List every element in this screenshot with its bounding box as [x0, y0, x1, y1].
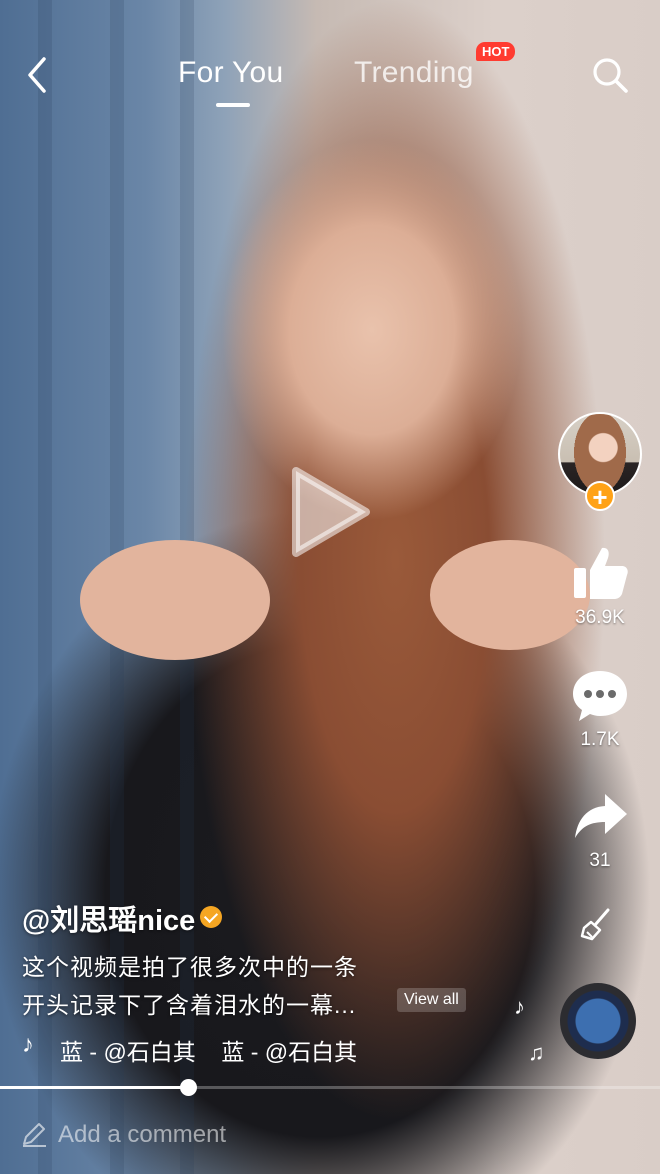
- progress-fill: [0, 1086, 189, 1089]
- share-count: 31: [589, 850, 611, 871]
- play-icon[interactable]: [290, 465, 372, 559]
- view-all-button[interactable]: View all: [397, 988, 466, 1012]
- top-navigation: For You Trending HOT: [0, 0, 660, 110]
- music-title: 蓝 - @石白其 蓝 - @石白其: [60, 1039, 358, 1063]
- music-marquee[interactable]: ♪ 蓝 - @石白其 蓝 - @石白其: [22, 1033, 362, 1063]
- shoulder-area: [430, 540, 590, 650]
- broom-icon[interactable]: [578, 906, 614, 942]
- tab-for-you[interactable]: For You: [178, 56, 284, 90]
- search-button[interactable]: [591, 56, 629, 94]
- comment-count: 1.7K: [580, 729, 620, 750]
- like-count: 36.9K: [575, 607, 625, 628]
- shoulder-area: [80, 540, 270, 660]
- caption-line-2: 开头记录下了含着泪水的一幕...: [22, 992, 357, 1018]
- music-disc-icon[interactable]: [560, 983, 636, 1059]
- follow-button[interactable]: +: [585, 481, 615, 511]
- tab-trending[interactable]: Trending: [354, 56, 474, 90]
- chevron-left-icon: [28, 57, 46, 93]
- thumbs-up-icon[interactable]: [572, 544, 630, 602]
- comment-bar: [0, 1096, 660, 1174]
- progress-knob[interactable]: [180, 1079, 198, 1096]
- active-tab-indicator: [216, 103, 250, 107]
- hot-badge: HOT: [476, 42, 516, 61]
- comment-bubble-icon[interactable]: [571, 668, 629, 724]
- music-note-icon: ♪: [514, 994, 525, 1019]
- username-text: @刘思瑶nice: [22, 905, 196, 937]
- comment-input[interactable]: [20, 1114, 480, 1156]
- video-player-screen[interactable]: For You Trending HOT + 36.9K 1.7K 31 ♪ ♫…: [0, 0, 660, 1174]
- share-arrow-icon[interactable]: [573, 792, 629, 840]
- back-button[interactable]: [24, 55, 52, 95]
- music-note-icon: ♫: [528, 1040, 545, 1065]
- author-username[interactable]: @刘思瑶nice: [22, 897, 223, 939]
- verified-badge-icon: [200, 906, 223, 928]
- caption-line-1: 这个视频是拍了很多次中的一条: [22, 954, 358, 980]
- music-note-icon: ♪: [22, 1033, 34, 1058]
- search-icon: [593, 58, 628, 93]
